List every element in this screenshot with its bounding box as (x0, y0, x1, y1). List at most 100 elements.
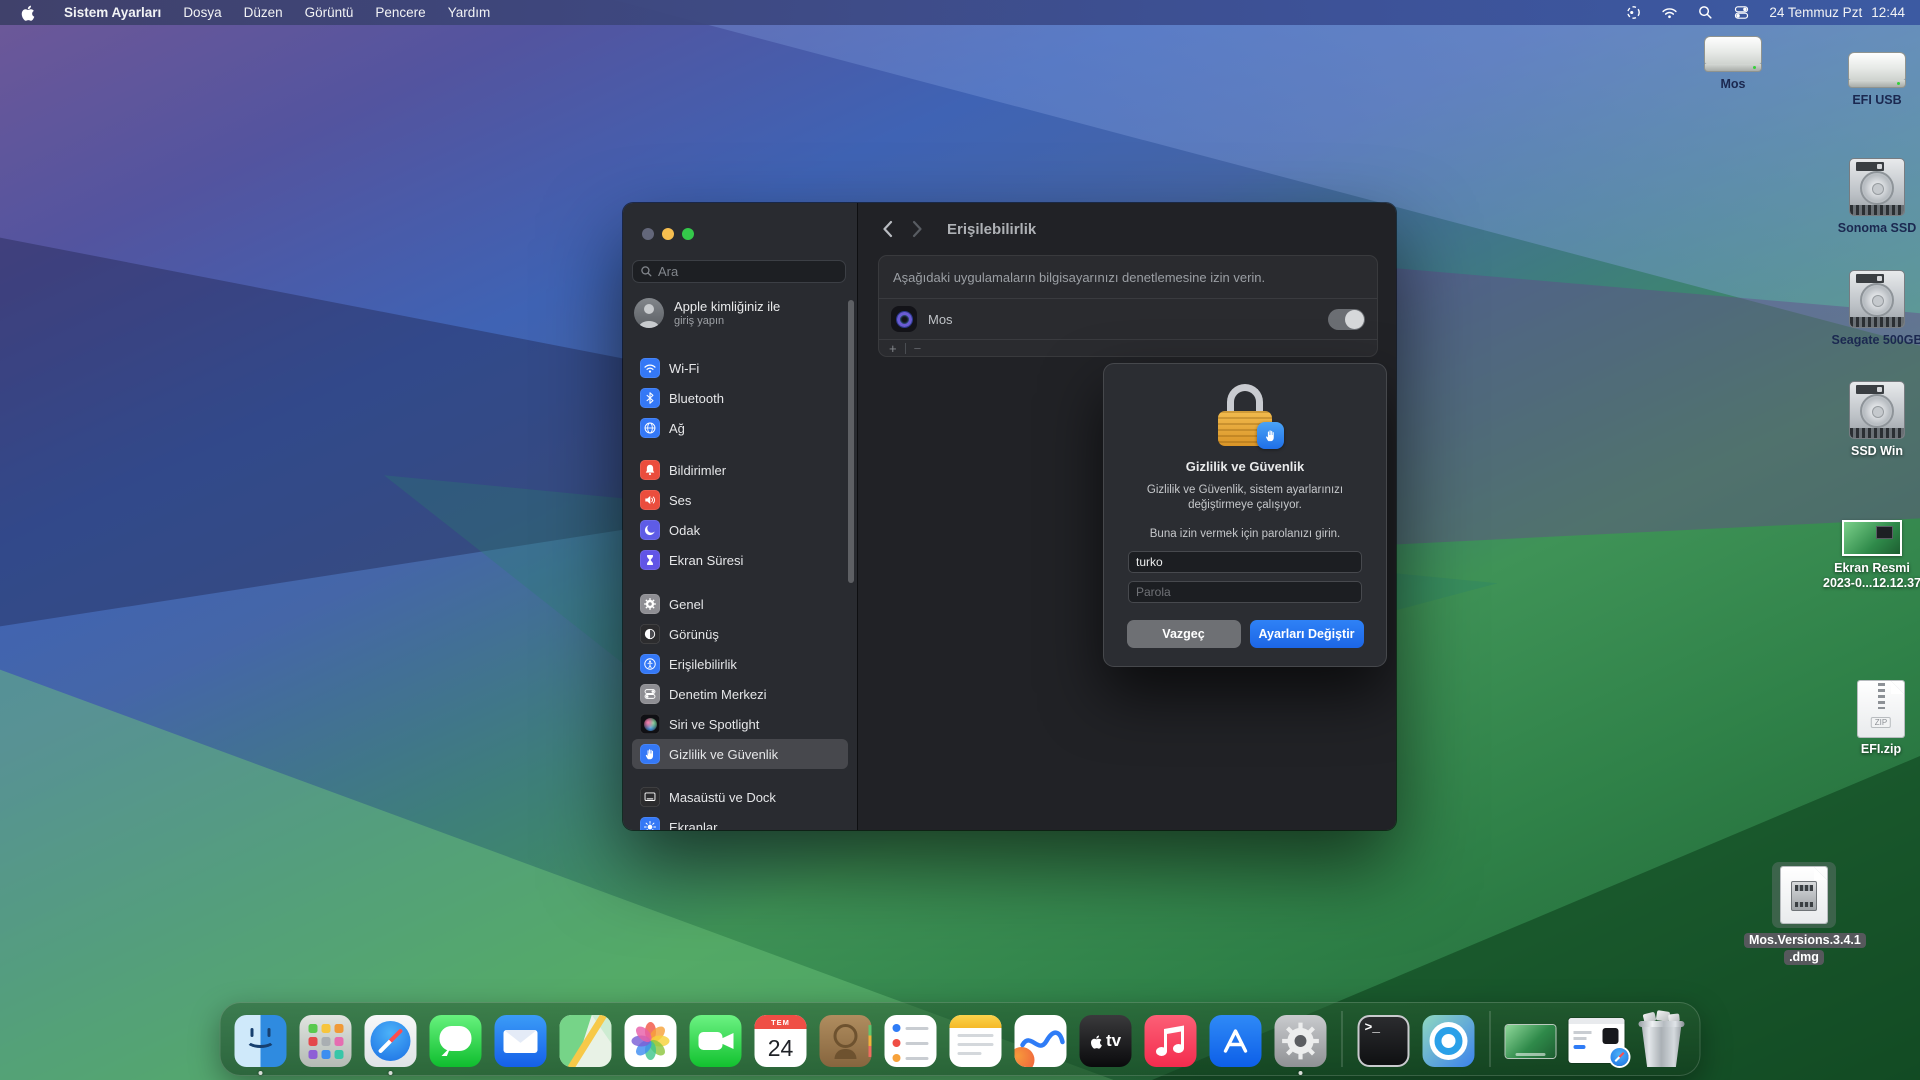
dock-item-mail[interactable] (495, 1015, 547, 1067)
username-field[interactable] (1128, 551, 1362, 573)
sidebar-item-screen-time[interactable]: Ekran Süresi (632, 545, 848, 575)
minimize-button[interactable] (662, 228, 674, 240)
sidebar-item-appearance[interactable]: Görünüş (632, 619, 848, 649)
maps-icon (560, 1015, 612, 1067)
dock-item-appstore[interactable] (1210, 1015, 1262, 1067)
siri-icon (640, 714, 660, 734)
dock-item-minimized-desktop-window[interactable] (1506, 1025, 1556, 1067)
spotlight-icon[interactable] (1697, 4, 1714, 21)
menu-pencere[interactable]: Pencere (364, 5, 436, 20)
apple-id-row[interactable]: Apple kimliğiniz ile giriş yapın (634, 298, 780, 328)
search-input[interactable] (658, 264, 838, 279)
dock-item-music[interactable] (1145, 1015, 1197, 1067)
zoom-button[interactable] (682, 228, 694, 240)
dock-item-launchpad[interactable] (300, 1015, 352, 1067)
sidebar-item-privacy-security[interactable]: Gizlilik ve Güvenlik (632, 739, 848, 769)
sidebar-item-notifications[interactable]: Bildirimler (632, 455, 848, 485)
sidebar-item-focus[interactable]: Odak (632, 515, 848, 545)
sidebar-nav: Wi-Fi Bluetooth Ağ Bildirimler (632, 353, 848, 830)
dock-item-messages[interactable] (430, 1015, 482, 1067)
lock-shackle (1227, 384, 1263, 411)
dock-item-contacts[interactable] (820, 1015, 872, 1067)
forward-button[interactable] (912, 220, 923, 238)
dock-item-terminal[interactable]: >_ (1358, 1015, 1410, 1067)
desktop-icon-screenshot[interactable]: Ekran Resmi 2023-0...12.12.37 (1816, 520, 1920, 591)
sidebar-item-label: Genel (669, 597, 704, 612)
sidebar-item-general[interactable]: Genel (632, 589, 848, 619)
desktop-icon-efi-zip[interactable]: ZIP EFI.zip (1825, 681, 1920, 757)
external-drive-icon (1821, 52, 1920, 88)
dock-item-maps[interactable] (560, 1015, 612, 1067)
password-field[interactable] (1128, 581, 1362, 603)
desktop-icon-sonoma-ssd[interactable]: Sonoma SSD (1821, 158, 1920, 236)
sidebar-item-wifi[interactable]: Wi-Fi (632, 353, 848, 383)
desktop-icon-mos-dmg[interactable]: Mos.Versions.3.4.1 .dmg (1744, 862, 1864, 965)
content-header: Erişilebilirlik (858, 203, 1396, 255)
control-center-icon[interactable] (1733, 4, 1750, 21)
running-indicator (1299, 1071, 1303, 1075)
dock-item-trash[interactable] (1638, 1013, 1686, 1067)
mos-app-icon (1423, 1015, 1475, 1067)
dock-item-finder[interactable] (235, 1015, 287, 1067)
apple-menu-icon[interactable] (20, 4, 35, 21)
dock-item-safari[interactable] (365, 1015, 417, 1067)
avatar (634, 298, 664, 328)
dock-item-mos[interactable] (1423, 1015, 1475, 1067)
sidebar-item-label: Erişilebilirlik (669, 657, 737, 672)
apple-tv-icon: tv (1080, 1015, 1132, 1067)
internal-drive-icon (1821, 381, 1920, 439)
sidebar-item-control-center[interactable]: Denetim Merkezi (632, 679, 848, 709)
sidebar-item-accessibility[interactable]: Erişilebilirlik (632, 649, 848, 679)
close-button[interactable] (642, 228, 654, 240)
wifi-icon[interactable] (1661, 4, 1678, 21)
privacy-hand-badge-icon (1257, 422, 1284, 449)
remove-app-button[interactable]: − (914, 342, 922, 356)
dock-item-freeform[interactable] (1015, 1015, 1067, 1067)
control-center-icon (640, 684, 660, 704)
launchpad-icon (300, 1015, 352, 1067)
back-button[interactable] (882, 220, 893, 238)
appearance-icon (640, 624, 660, 644)
add-app-button[interactable]: + (889, 342, 897, 356)
sidebar-item-network[interactable]: Ağ (632, 413, 848, 443)
desktop-icon-mos-drive[interactable]: Mos (1677, 36, 1789, 92)
sidebar-item-siri-spotlight[interactable]: Siri ve Spotlight (632, 709, 848, 739)
dock-item-minimized-safari-window[interactable] (1569, 1018, 1625, 1067)
dock-item-notes[interactable] (950, 1015, 1002, 1067)
desktop-icon-efi-usb[interactable]: EFI USB (1821, 52, 1920, 108)
mos-app-icon (891, 306, 917, 332)
sidebar-scrollbar[interactable] (848, 300, 854, 583)
dock-item-appletv[interactable]: tv (1080, 1015, 1132, 1067)
dock-item-facetime[interactable] (690, 1015, 742, 1067)
sidebar-item-bluetooth[interactable]: Bluetooth (632, 383, 848, 413)
menu-date: 24 Temmuz Pzt (1769, 5, 1862, 20)
dock-item-calendar[interactable]: TEM 24 (755, 1015, 807, 1067)
menu-clock[interactable]: 24 Temmuz Pzt 12:44 (1769, 5, 1905, 20)
menu-yardim[interactable]: Yardım (437, 5, 502, 20)
authentication-dialog: Gizlilik ve Güvenlik Gizlilik ve Güvenli… (1103, 363, 1387, 667)
cancel-button[interactable]: Vazgeç (1127, 620, 1241, 648)
desktop-icon-label: Seagate 500GB (1821, 333, 1920, 348)
menu-dosya[interactable]: Dosya (172, 5, 232, 20)
sidebar-item-desktop-dock[interactable]: Masaüstü ve Dock (632, 782, 848, 812)
dock-item-reminders[interactable] (885, 1015, 937, 1067)
photos-icon (625, 1015, 677, 1067)
desktop-icon-seagate[interactable]: Seagate 500GB (1821, 270, 1920, 348)
sidebar-search[interactable] (632, 260, 846, 283)
finder-icon (235, 1015, 287, 1067)
confirm-button[interactable]: Ayarları Değiştir (1250, 620, 1364, 648)
sidebar-item-label: Odak (669, 523, 700, 538)
menu-app-name[interactable]: Sistem Ayarları (53, 5, 172, 20)
desktop-icon-ssd-win[interactable]: SSD Win (1821, 381, 1920, 459)
desktop-icon-label: Mos.Versions.3.4.1 (1744, 933, 1866, 948)
group-description: Aşağıdaki uygulamaların bilgisayarınızı … (879, 256, 1377, 298)
menu-duzen[interactable]: Düzen (233, 5, 294, 20)
dock-item-system-settings[interactable] (1275, 1015, 1327, 1067)
dock-item-photos[interactable] (625, 1015, 677, 1067)
app-permission-toggle[interactable] (1328, 309, 1365, 330)
mos-sync-icon[interactable] (1625, 4, 1642, 21)
desktop-icon-label: SSD Win (1821, 444, 1920, 459)
sidebar-item-sound[interactable]: Ses (632, 485, 848, 515)
sidebar-item-displays[interactable]: Ekranlar (632, 812, 848, 830)
menu-goruntu[interactable]: Görüntü (294, 5, 365, 20)
